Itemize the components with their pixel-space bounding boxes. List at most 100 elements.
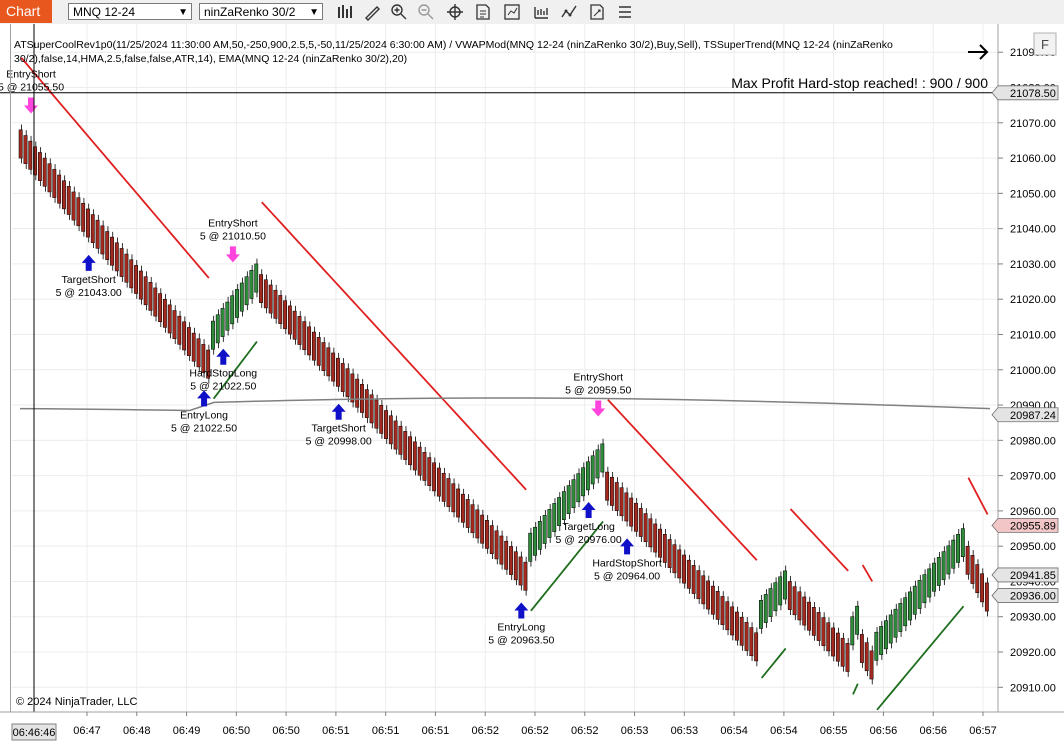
candle[interactable] [460,493,465,523]
candle[interactable] [52,169,57,198]
candle[interactable] [191,332,196,362]
candle[interactable] [432,462,437,492]
candle[interactable] [513,551,518,581]
candle[interactable] [759,600,763,629]
instrument-selector[interactable]: MNQ 12-24 ▼ [68,3,192,20]
candle[interactable] [105,231,110,260]
candle[interactable] [196,338,201,368]
candle[interactable] [773,582,778,612]
candle[interactable] [585,461,590,491]
candle[interactable] [379,404,384,434]
zoom-out-icon[interactable] [417,3,435,21]
candle[interactable] [417,446,422,476]
candle[interactable] [629,497,634,527]
candle[interactable] [499,535,504,565]
candle[interactable] [528,532,533,562]
candle[interactable] [960,528,965,558]
panel-toggle-button[interactable]: F [1033,32,1057,56]
candle[interactable] [686,559,691,589]
candle[interactable] [263,279,268,309]
candle[interactable] [331,352,336,382]
candle[interactable] [76,197,81,227]
candle[interactable] [134,265,138,294]
candle[interactable] [744,622,749,651]
candle[interactable] [677,549,682,579]
bar-type-selector[interactable]: ninZaRenko 30/2 ▼ [199,3,323,20]
candle[interactable] [239,282,244,312]
candle[interactable] [172,310,177,339]
candle[interactable] [292,310,297,340]
candle[interactable] [802,596,807,626]
candle[interactable] [446,478,451,507]
candle[interactable] [883,620,888,650]
candle[interactable] [42,157,47,187]
candle[interactable] [783,570,787,600]
candle[interactable] [710,585,715,615]
candle[interactable] [249,270,254,299]
candle[interactable] [610,477,614,506]
candle[interactable] [340,363,345,392]
candle[interactable] [768,588,773,617]
candle[interactable] [316,337,321,366]
candle[interactable] [533,526,537,556]
candle[interactable] [850,616,855,646]
candle[interactable] [480,514,485,544]
candle[interactable] [701,575,706,605]
candle[interactable] [754,632,759,662]
candle[interactable] [691,565,696,594]
candle[interactable] [489,525,494,554]
candle[interactable] [706,580,711,610]
candle[interactable] [47,163,52,193]
candle[interactable] [398,425,403,455]
candle[interactable] [874,631,879,661]
candle[interactable] [749,627,754,657]
candle[interactable] [422,452,427,481]
candle[interactable] [658,528,662,558]
candle[interactable] [388,415,393,445]
candle[interactable] [456,488,461,518]
candle[interactable] [321,342,326,371]
candle[interactable] [778,576,783,606]
candle[interactable] [941,551,946,581]
properties-icon[interactable] [560,3,578,21]
candle[interactable] [682,554,686,584]
candle[interactable] [571,479,576,509]
candle[interactable] [725,601,730,631]
candle[interactable] [244,276,249,306]
candle[interactable] [465,499,470,528]
candle[interactable] [542,515,547,544]
candle[interactable] [283,300,287,330]
candle[interactable] [965,545,970,575]
candle[interactable] [912,585,917,615]
candle[interactable] [970,555,975,584]
candle[interactable] [600,443,605,473]
candle[interactable] [869,650,874,680]
candle[interactable] [509,546,513,575]
candle[interactable] [518,556,523,586]
candle[interactable] [595,449,600,479]
candle[interactable] [917,580,922,609]
candle[interactable] [110,236,114,266]
candle[interactable] [787,581,792,610]
candle[interactable] [311,331,316,361]
candle[interactable] [715,591,720,620]
candle[interactable] [605,471,610,501]
candle[interactable] [951,539,956,569]
candle[interactable] [475,509,480,539]
candle[interactable] [932,562,936,592]
candle[interactable] [547,509,552,538]
candle[interactable] [225,301,230,331]
zoom-in-icon[interactable] [390,3,408,21]
candle[interactable] [167,304,172,334]
candle[interactable] [215,314,220,344]
candle[interactable] [436,467,441,497]
candle[interactable] [148,282,153,311]
candle[interactable] [634,502,638,532]
candle[interactable] [792,586,797,616]
candle[interactable] [408,436,412,466]
candle[interactable] [537,521,542,550]
candle[interactable] [129,259,134,289]
candle[interactable] [898,603,903,632]
candle[interactable] [18,129,23,159]
candle[interactable] [648,518,653,548]
